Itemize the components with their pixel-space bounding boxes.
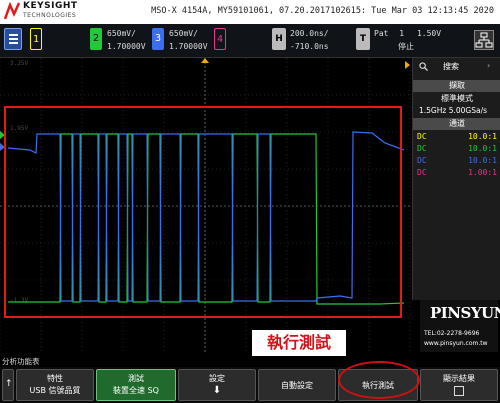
run-state: 停止: [398, 42, 414, 51]
channel-2-coupling: DC: [417, 144, 427, 153]
softkey-menu-title: 分析功能表: [0, 356, 500, 367]
channel-4-coupling: DC: [417, 168, 427, 177]
channel-1-button[interactable]: 1: [30, 28, 42, 50]
show-results-checkbox[interactable]: [454, 386, 464, 396]
pinsyun-name: PINSYUN: [430, 304, 500, 322]
pinsyun-tel: TEL:02-2278-9696: [424, 330, 480, 337]
channel-3-coupling: DC: [417, 156, 427, 165]
highlight-frame: [4, 106, 402, 318]
horizontal-delay: -710.0ns: [290, 42, 329, 51]
channel-3-probe: 10.0:1: [468, 156, 497, 165]
svg-text:3.25V: 3.25V: [10, 60, 28, 67]
channel-3-scale: 650mV/: [169, 29, 198, 38]
brand-sub: TECHNOLOGIES: [23, 12, 77, 19]
acquire-mode: 標準模式: [441, 94, 473, 103]
channel-3-offset: 1.70000V: [169, 42, 208, 51]
softkey-6-label: 顯示結果: [443, 374, 475, 383]
softkey-show-results[interactable]: 顯示結果: [420, 369, 498, 401]
channel-1-coupling: DC: [417, 132, 427, 141]
channel-1-probe: 10.0:1: [468, 132, 497, 141]
highlight-ellipse: [338, 361, 420, 399]
pinsyun-web: www.pinsyun.com.tw: [424, 340, 488, 347]
keysight-wave-icon: [4, 2, 20, 20]
channel-3-settings[interactable]: 650mV/ 1.70000V: [169, 27, 208, 53]
channels-header[interactable]: 通道: [413, 118, 500, 130]
search-icon[interactable]: [419, 62, 428, 74]
search-tab[interactable]: 搜索: [443, 62, 459, 72]
title-bar: KEYSIGHT TECHNOLOGIES MSO-X 4154A, MY591…: [0, 0, 500, 24]
channel-4-button[interactable]: 4: [214, 28, 226, 50]
softkey-3-label: 設定: [209, 374, 225, 383]
trigger-position-marker[interactable]: [201, 58, 209, 63]
channel-2-settings[interactable]: 650mV/ 1.70000V: [107, 27, 146, 53]
softkey-test[interactable]: 測試 裝置全速 SQ: [96, 369, 176, 401]
channel-3-button[interactable]: 3: [152, 28, 164, 50]
channel-2-probe: 10.0:1: [468, 144, 497, 153]
channel-4-probe: 1.00:1: [468, 168, 497, 177]
channel-1-info: DC 10.0:1: [417, 132, 499, 142]
softkey-characteristic[interactable]: 特性 USB 信號品質: [16, 369, 94, 401]
softkey-1-label: 特性: [47, 374, 63, 383]
run-test-caption: 執行測試: [252, 330, 346, 356]
channel-bar: 1 2 650mV/ 1.70000V 3 650mV/ 1.70000V 4 …: [0, 24, 500, 58]
trigger-level: 1.50V: [416, 29, 442, 38]
trigger-icon[interactable]: T: [356, 28, 370, 50]
trigger-source: 1: [399, 29, 405, 38]
main-menu-button[interactable]: [4, 28, 22, 50]
channel-2-button[interactable]: 2: [90, 28, 102, 50]
softkey-auto-setup[interactable]: 自動設定: [258, 369, 336, 401]
channel-3-info: DC 10.0:1: [417, 156, 499, 166]
channel-2-scale: 650mV/: [107, 29, 136, 38]
pinsyun-logo: PINSYUN TEL:02-2278-9696 www.pinsyun.com…: [420, 300, 500, 352]
back-arrow-icon: ↑: [5, 379, 13, 389]
trigger-mode: Pat: [374, 29, 389, 38]
waveform-display[interactable]: 3.25V 1.95V -1.3V: [0, 58, 412, 354]
softkey-setup[interactable]: 設定 ⬇: [178, 369, 256, 401]
brand-name: KEYSIGHT: [23, 1, 78, 11]
acquire-header[interactable]: 擷取: [413, 80, 500, 92]
back-button[interactable]: ↑: [2, 369, 14, 401]
side-panel: 搜索 › 擷取 標準模式 1.5GHz 5.00GSa/s 通道 DC 10.0…: [412, 58, 500, 300]
trigger-settings[interactable]: Pat 1 1.50V 停止: [374, 27, 454, 53]
horizontal-icon[interactable]: H: [272, 28, 286, 50]
horizontal-scale: 200.0ns/: [290, 29, 329, 38]
horizontal-settings[interactable]: 200.0ns/ -710.0ns: [290, 27, 329, 53]
network-icon[interactable]: [474, 30, 494, 50]
down-arrow-icon: ⬇: [212, 385, 222, 396]
trigger-level-marker[interactable]: [405, 61, 410, 69]
instrument-info: MSO-X 4154A, MY59101061, 07.20.201710261…: [151, 6, 494, 16]
sample-rate: 1.5GHz 5.00GSa/s: [419, 106, 488, 115]
channel-2-info: DC 10.0:1: [417, 144, 499, 154]
softkey-4-label: 自動設定: [281, 381, 313, 390]
collapse-chevron-icon[interactable]: ›: [487, 61, 490, 71]
channel-4-info: DC 1.00:1: [417, 168, 499, 178]
channel-2-offset: 1.70000V: [107, 42, 146, 51]
softkey-1-value: USB 信號品質: [29, 386, 81, 395]
softkey-bar: ↑ 特性 USB 信號品質 測試 裝置全速 SQ 設定 ⬇ 自動設定 執行測試 …: [0, 367, 500, 403]
softkey-2-value: 裝置全速 SQ: [113, 386, 159, 395]
keysight-logo: KEYSIGHT TECHNOLOGIES: [4, 2, 78, 20]
softkey-2-label: 測試: [128, 374, 144, 383]
